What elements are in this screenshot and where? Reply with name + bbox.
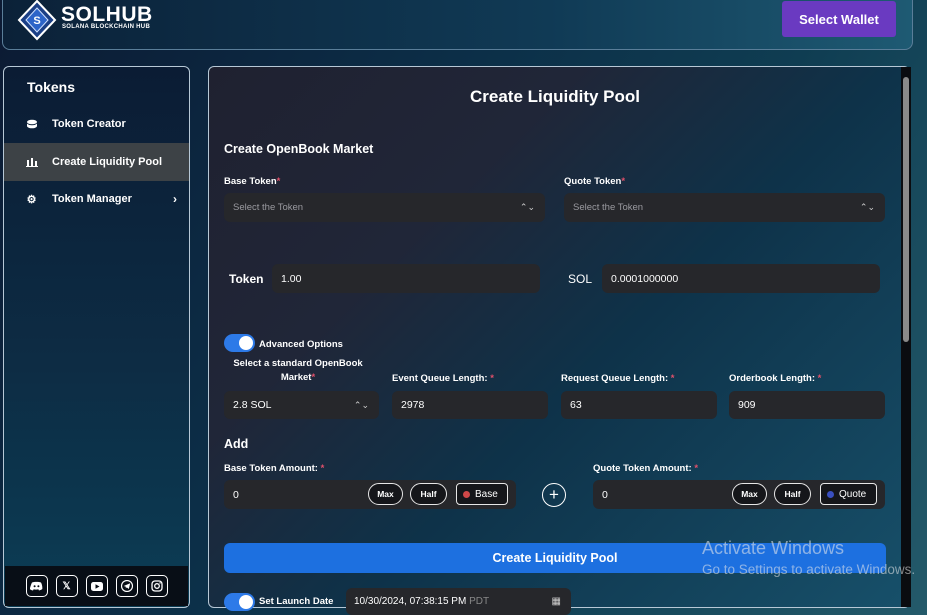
quote-tag-label: Quote <box>839 488 867 500</box>
svg-text:S: S <box>33 15 40 27</box>
base-token-label: Base Token* <box>224 176 281 187</box>
sidebar-item-label: Create Liquidity Pool <box>52 156 163 168</box>
chevron-updown-icon: ⌃⌄ <box>353 399 369 410</box>
scrollbar-thumb[interactable] <box>903 77 909 342</box>
orderbook-length-label: Orderbook Length: * <box>729 373 822 384</box>
gear-icon: ⚙ <box>26 193 37 206</box>
token-amount-label: Token <box>229 272 264 286</box>
quote-dot-icon <box>827 490 834 498</box>
base-dot-icon <box>463 490 470 498</box>
base-amount-label: Base Token Amount: * <box>224 463 325 474</box>
create-liquidity-pool-button[interactable]: Create Liquidity Pool <box>224 543 886 573</box>
quote-half-button[interactable]: Half <box>774 483 811 505</box>
event-queue-input[interactable]: 2978 <box>392 391 548 419</box>
youtube-icon[interactable] <box>85 575 108 597</box>
openbook-market-label-line2: Market* <box>280 372 316 383</box>
brand-subtitle: SOLANA BLOCKCHAIN HUB <box>62 24 151 30</box>
quote-token-label: Quote Token* <box>564 176 626 187</box>
page-title: Create Liquidity Pool <box>469 87 641 106</box>
chevron-right-icon: › <box>173 192 177 206</box>
request-queue-input[interactable]: 63 <box>561 391 717 419</box>
launch-date-label: Set Launch Date <box>259 596 334 607</box>
market-size-value: 2.8 SOL <box>233 399 272 411</box>
select-wallet-button[interactable]: Select Wallet <box>782 1 896 37</box>
advanced-options-label: Advanced Options <box>259 339 343 350</box>
token-amount-input[interactable]: 1.00 <box>272 264 540 293</box>
x-icon[interactable]: 𝕏 <box>55 575 78 597</box>
base-max-button[interactable]: Max <box>368 483 403 505</box>
sol-amount-label: SOL <box>568 272 593 286</box>
openbook-market-heading: Create OpenBook Market <box>224 142 374 156</box>
advanced-options-toggle[interactable] <box>224 334 255 352</box>
sidebar-heading: Tokens <box>27 79 75 95</box>
event-queue-label: Event Queue Length: * <box>392 373 494 384</box>
plus-icon: + <box>542 483 566 507</box>
launch-date-input[interactable]: 10/30/2024, 07:38:15 PM PDT ▦ <box>346 588 571 615</box>
openbook-market-label-line1: Select a standard OpenBook <box>233 358 363 369</box>
calendar-icon[interactable]: ▦ <box>552 596 561 607</box>
chevron-updown-icon: ⌃⌄ <box>519 202 535 212</box>
quote-amount-label: Quote Token Amount: * <box>593 463 699 474</box>
scrollbar[interactable] <box>901 67 911 607</box>
sidebar-item-token-manager[interactable]: ⚙ Token Manager › <box>4 180 189 218</box>
sidebar-item-token-creator[interactable]: Token Creator <box>4 105 189 143</box>
launch-timezone: PDT <box>469 596 490 607</box>
add-heading: Add <box>224 437 249 451</box>
sidebar-item-label: Token Creator <box>52 118 126 130</box>
quote-token-placeholder: Select the Token <box>573 202 644 213</box>
quote-token-select[interactable]: Select the Token ⌃⌄ <box>564 193 885 222</box>
discord-icon[interactable] <box>25 575 48 597</box>
base-token-placeholder: Select the Token <box>233 202 304 213</box>
launch-date-toggle[interactable] <box>224 593 255 611</box>
sidebar-item-label: Token Manager <box>52 193 132 205</box>
bar-chart-icon <box>25 157 38 167</box>
chevron-updown-icon: ⌃⌄ <box>859 202 875 212</box>
sidebar: Tokens Token Creator Create Liquidity Po… <box>3 66 190 608</box>
orderbook-length-input[interactable]: 909 <box>729 391 885 419</box>
market-size-select[interactable]: 2.8 SOL ⌃⌄ <box>224 391 379 419</box>
base-tag: Base <box>456 483 508 505</box>
top-bar: S SOLHUB SOLANA BLOCKCHAIN HUB Select Wa… <box>2 0 913 50</box>
social-links: 𝕏 <box>5 566 188 606</box>
quote-max-button[interactable]: Max <box>732 483 767 505</box>
telegram-icon[interactable] <box>115 575 138 597</box>
sidebar-item-create-liquidity-pool[interactable]: Create Liquidity Pool <box>4 143 189 181</box>
openbook-market-label: Select a standard OpenBook Market* <box>228 357 368 385</box>
launch-date-value: 10/30/2024, 07:38:15 PM <box>354 596 467 607</box>
instagram-icon[interactable] <box>145 575 168 597</box>
quote-tag: Quote <box>820 483 877 505</box>
sol-amount-input[interactable]: 0.0001000000 <box>602 264 880 293</box>
base-token-select[interactable]: Select the Token ⌃⌄ <box>224 193 545 222</box>
request-queue-label: Request Queue Length: * <box>561 373 675 384</box>
database-icon <box>25 119 38 129</box>
base-half-button[interactable]: Half <box>410 483 447 505</box>
base-tag-label: Base <box>475 488 498 500</box>
solhub-logo-icon: S <box>17 0 57 41</box>
